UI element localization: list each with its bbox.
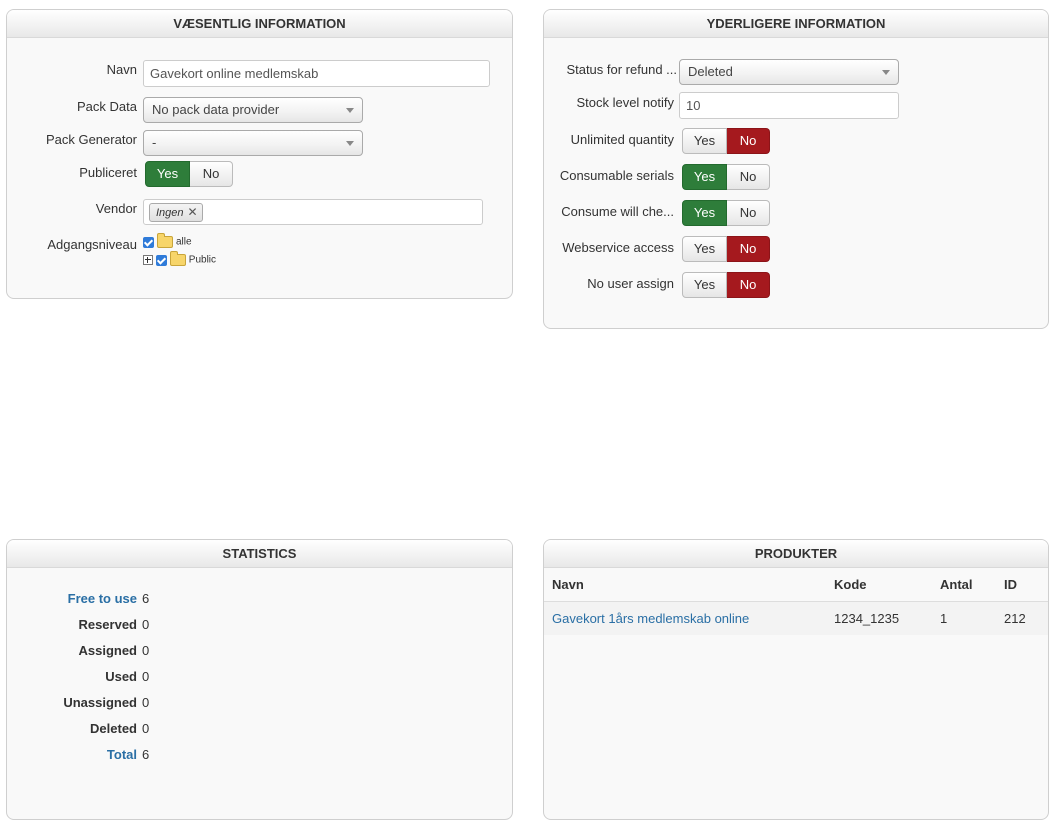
vendor-label: Vendor: [95, 201, 137, 216]
stat-value: 0: [142, 721, 150, 736]
column-header-id[interactable]: ID: [996, 568, 1048, 602]
pack-generator-label: Pack Generator: [45, 132, 137, 147]
vendor-chip: Ingen ✕: [149, 203, 203, 222]
refund-status-select[interactable]: Deleted: [679, 59, 899, 85]
refund-status-label: Status for refund ...: [566, 62, 677, 77]
table-header-row: Navn Kode Antal ID: [544, 568, 1048, 602]
toggle-label: Unlimited quantity: [570, 132, 674, 147]
pack-data-select[interactable]: No pack data provider: [143, 97, 363, 123]
stat-value: 6: [142, 591, 150, 606]
stat-value: 0: [142, 695, 150, 710]
essential-info-panel: VÆSENTLIG INFORMATION Navn Gavekort onli…: [6, 9, 513, 299]
toggle-label: Webservice access: [562, 240, 674, 255]
stat-label[interactable]: Total: [7, 747, 137, 762]
name-input[interactable]: Gavekort online medlemskab: [143, 60, 490, 87]
stat-label: Assigned: [78, 643, 137, 658]
access-label: Adgangsniveau: [47, 237, 137, 252]
close-icon[interactable]: ✕: [188, 205, 198, 219]
products-panel: PRODUKTER Navn Kode Antal ID Gavekort 1å…: [543, 539, 1049, 820]
yes-no-toggle: Yes No: [682, 128, 770, 154]
product-code: 1234_1235: [826, 601, 932, 635]
stat-value: 0: [142, 617, 150, 632]
additional-info-panel: YDERLIGERE INFORMATION Status for refund…: [543, 9, 1049, 329]
toggle-yes-button[interactable]: Yes: [682, 128, 727, 154]
column-header-code[interactable]: Kode: [826, 568, 932, 602]
folder-icon: [157, 233, 173, 248]
product-id: 212: [996, 601, 1048, 635]
vendor-chip-label: Ingen: [156, 207, 184, 219]
yes-no-toggle: Yes No: [682, 272, 770, 298]
stat-label: Deleted: [90, 721, 137, 736]
yes-no-toggle: Yes No: [682, 236, 770, 262]
product-qty: 1: [932, 601, 996, 635]
additional-info-title: YDERLIGERE INFORMATION: [544, 10, 1048, 38]
pack-data-label: Pack Data: [77, 99, 137, 114]
published-yes-button[interactable]: Yes: [145, 161, 190, 187]
toggle-yes-button[interactable]: Yes: [682, 164, 727, 190]
expand-icon[interactable]: [143, 255, 153, 265]
yes-no-toggle: Yes No: [682, 164, 770, 190]
checkbox-checked-icon[interactable]: [155, 254, 167, 266]
name-label: Navn: [106, 62, 137, 77]
access-tree: alle Public: [143, 233, 217, 272]
published-no-button[interactable]: No: [190, 161, 233, 187]
stock-level-input[interactable]: 10: [679, 92, 899, 119]
toggle-yes-button[interactable]: Yes: [682, 236, 727, 262]
stat-label[interactable]: Free to use: [7, 591, 137, 606]
toggle-label: Consumable serials: [559, 168, 674, 183]
published-toggle: Yes No: [145, 161, 233, 187]
toggle-no-button[interactable]: No: [727, 236, 770, 262]
refund-status-value: Deleted: [688, 64, 733, 79]
chevron-down-icon: [882, 70, 890, 75]
pack-generator-select[interactable]: -: [143, 130, 363, 156]
toggle-label: Consume will che...: [561, 204, 674, 219]
stat-label: Reserved: [78, 617, 137, 632]
product-name-link[interactable]: Gavekort 1års medlemskab online: [544, 601, 826, 635]
checkbox-checked-icon[interactable]: [143, 236, 154, 248]
toggle-no-button[interactable]: No: [727, 128, 770, 154]
products-table: Navn Kode Antal ID Gavekort 1års medlems…: [544, 568, 1048, 635]
stat-label: Unassigned: [63, 695, 137, 710]
pack-data-value: No pack data provider: [152, 102, 280, 117]
tree-node-label: alle: [176, 236, 192, 248]
products-title: PRODUKTER: [544, 540, 1048, 568]
toggle-yes-button[interactable]: Yes: [682, 200, 727, 226]
column-header-qty[interactable]: Antal: [932, 568, 996, 602]
toggle-no-button[interactable]: No: [727, 272, 770, 298]
stock-level-label: Stock level notify: [576, 95, 674, 110]
stat-value: 0: [142, 643, 150, 658]
stat-value: 0: [142, 669, 150, 684]
stat-value: 6: [142, 747, 150, 762]
chevron-down-icon: [346, 108, 354, 113]
chevron-down-icon: [346, 141, 354, 146]
tree-node-label: Public: [188, 254, 217, 266]
folder-icon: [169, 251, 186, 266]
stat-label: Used: [105, 669, 137, 684]
published-label: Publiceret: [79, 165, 137, 180]
statistics-title: STATISTICS: [7, 540, 512, 568]
toggle-yes-button[interactable]: Yes: [682, 272, 727, 298]
tree-node-public: Public: [143, 251, 217, 272]
toggle-no-button[interactable]: No: [727, 164, 770, 190]
essential-info-title: VÆSENTLIG INFORMATION: [7, 10, 512, 38]
toggle-no-button[interactable]: No: [727, 200, 770, 226]
yes-no-toggle: Yes No: [682, 200, 770, 226]
statistics-panel: STATISTICS Free to use 6 Reserved 0 Assigned…: [6, 539, 513, 820]
pack-generator-value: -: [152, 135, 157, 150]
table-row: Gavekort 1års medlemskab online 1234_123…: [544, 601, 1048, 635]
column-header-name[interactable]: Navn: [544, 568, 826, 602]
tree-node-alle: alle: [143, 233, 216, 254]
toggle-label: No user assign: [587, 276, 674, 291]
